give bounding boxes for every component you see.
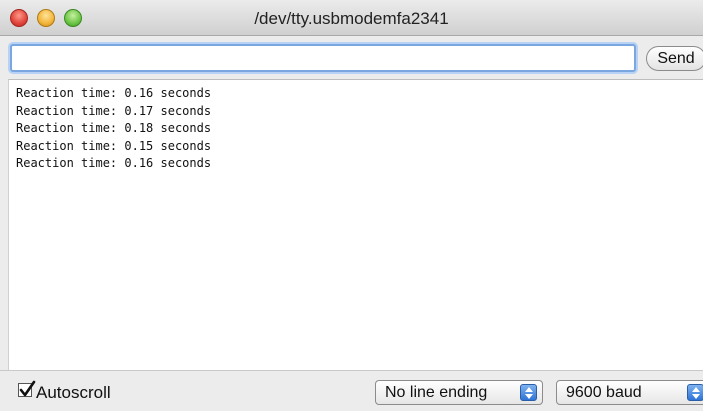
updown-stepper-icon bbox=[687, 384, 703, 401]
baud-rate-value: 9600 baud bbox=[566, 384, 642, 401]
line-ending-select[interactable]: No line ending bbox=[375, 380, 543, 405]
autoscroll-checkbox[interactable] bbox=[18, 380, 36, 397]
checkmark-icon bbox=[19, 380, 36, 397]
window-title: /dev/tty.usbmodemfa2341 bbox=[254, 9, 449, 28]
serial-input-field[interactable] bbox=[10, 44, 636, 72]
send-button[interactable]: Send bbox=[646, 46, 703, 71]
send-row: Send bbox=[0, 36, 703, 78]
bottom-bar: Autoscroll No line ending 9600 baud bbox=[0, 370, 703, 411]
log-line: Reaction time: 0.15 seconds bbox=[16, 138, 212, 153]
log-line: Reaction time: 0.16 seconds bbox=[16, 86, 212, 100]
updown-stepper-icon bbox=[520, 384, 537, 401]
log-line: Reaction time: 0.16 seconds bbox=[16, 156, 212, 170]
title-bar[interactable]: /dev/tty.usbmodemfa2341 bbox=[0, 0, 703, 36]
baud-rate-select[interactable]: 9600 baud bbox=[556, 380, 703, 405]
serial-output-log[interactable]: Reaction time: 0.16 seconds Reaction tim… bbox=[8, 79, 703, 370]
log-line: Reaction time: 0.17 seconds bbox=[16, 103, 212, 118]
log-line: Reaction time: 0.18 seconds bbox=[16, 121, 212, 135]
autoscroll-label[interactable]: Autoscroll bbox=[36, 383, 111, 403]
line-ending-value: No line ending bbox=[385, 384, 488, 401]
